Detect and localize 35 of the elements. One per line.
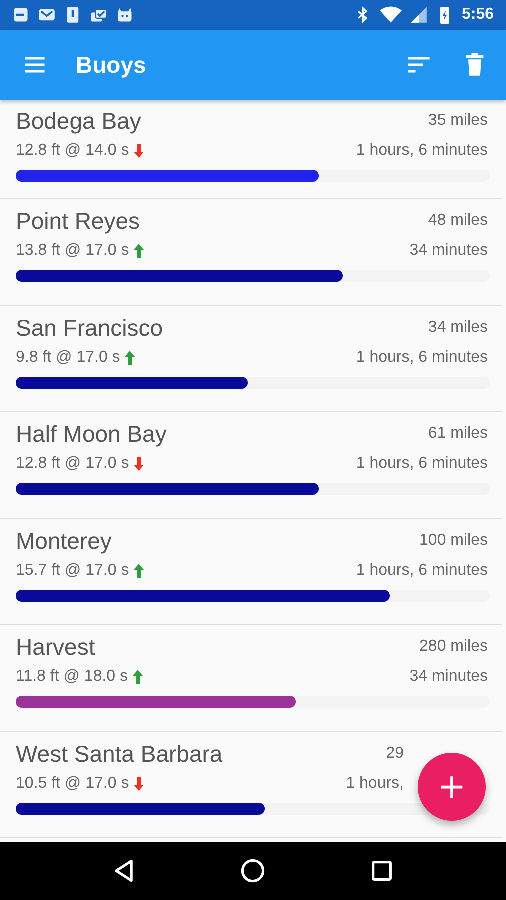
swell-reading: 9.8 ft @ 17.0 s — [16, 348, 120, 366]
distance: 29 — [386, 744, 404, 762]
buoy-name: Point Reyes — [16, 207, 140, 236]
swell-reading: 15.7 ft @ 17.0 s — [16, 562, 130, 580]
swell-reading: 11.8 ft @ 18.0 s — [16, 668, 128, 686]
swell-reading: 12.8 ft @ 17.0 s — [16, 455, 130, 473]
wifi-icon — [380, 6, 402, 24]
swell-reading: 13.8 ft @ 17.0 s — [16, 242, 130, 260]
travel-time: 1 hours, — [346, 774, 404, 792]
distance: 34 miles — [428, 318, 488, 336]
travel-time: 1 hours, 6 minutes — [356, 348, 488, 366]
distance: 100 miles — [420, 532, 488, 550]
app-title: Buoys — [76, 52, 148, 78]
travel-time: 1 hours, 6 minutes — [356, 455, 488, 473]
home-icon[interactable] — [240, 858, 266, 884]
buoy-name: West Santa Barbara — [16, 740, 223, 768]
signal-icon — [410, 6, 428, 24]
distance: 280 miles — [420, 638, 488, 656]
travel-time: 1 hours, 6 minutes — [356, 142, 488, 160]
buoy-name: Half Moon Bay — [16, 420, 167, 449]
swell-reading: 10.5 ft @ 17.0 s — [16, 774, 130, 792]
distance: 48 miles — [428, 212, 488, 230]
buoy-name: Bodega Bay — [16, 107, 142, 136]
add-button[interactable]: + — [418, 753, 486, 821]
buoy-name: Harvest — [16, 633, 96, 662]
clock: 5:56 — [462, 6, 494, 24]
distance: 61 miles — [428, 425, 488, 443]
buoy-name: Monterey — [16, 526, 112, 556]
notification-icon — [12, 6, 30, 24]
distance: 35 miles — [428, 112, 488, 130]
travel-time: 1 hours, 6 minutes — [356, 562, 488, 580]
travel-time: 34 minutes — [410, 242, 488, 260]
swell-reading: 12.8 ft @ 14.0 s — [16, 142, 130, 160]
travel-time: 34 minutes — [410, 668, 488, 686]
buoy-name: San Francisco — [16, 314, 164, 342]
